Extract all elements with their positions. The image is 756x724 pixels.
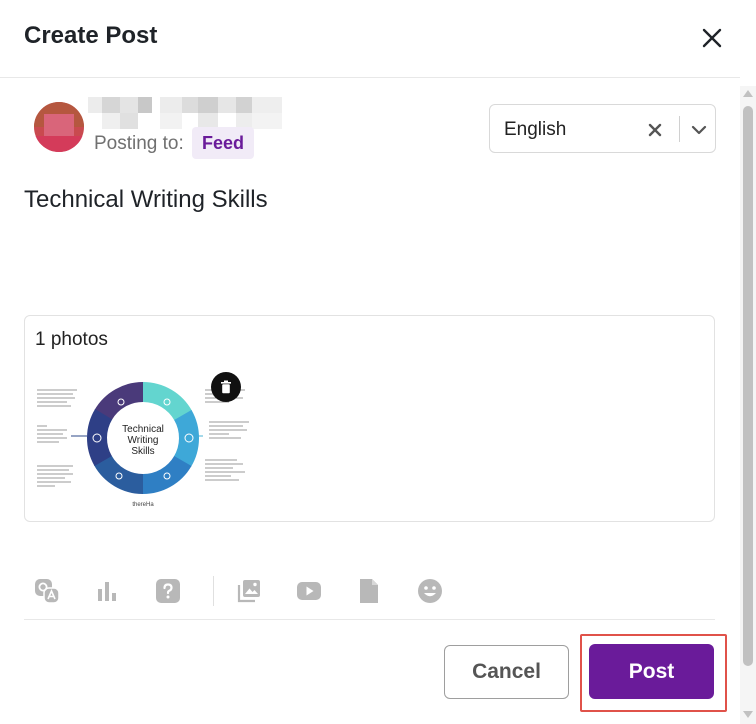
photo-attachments: 1 photos Technical Writing Skills thereH… (24, 315, 715, 522)
scroll-thumb[interactable] (743, 106, 753, 666)
photo-gallery-tool[interactable] (232, 574, 266, 608)
language-value: English (504, 119, 567, 140)
poll-tool[interactable] (90, 574, 124, 608)
scroll-up-arrow[interactable] (743, 90, 753, 97)
document-icon (360, 579, 378, 603)
video-tool[interactable] (292, 574, 326, 608)
close-icon (702, 28, 722, 48)
photos-count-label: 1 photos (35, 329, 108, 350)
post-body-text[interactable]: Technical Writing Skills (24, 186, 268, 214)
infographic-footer: thereHa (132, 502, 154, 508)
cancel-button[interactable]: Cancel (444, 645, 569, 699)
footer-divider (24, 619, 715, 620)
select-separator (679, 116, 680, 142)
trash-icon (221, 380, 231, 394)
dialog-title: Create Post (24, 22, 158, 49)
infographic-title-3: Skills (131, 446, 154, 457)
destination-badge[interactable]: Feed (192, 127, 255, 159)
photo-gallery-icon (237, 580, 260, 603)
language-select[interactable]: English (489, 104, 716, 153)
clear-language-button[interactable] (642, 117, 668, 143)
chevron-down-icon (691, 125, 707, 135)
poll-icon (98, 582, 116, 601)
dialog-header: Create Post (0, 0, 740, 78)
posting-to-label: Posting to: (94, 133, 184, 154)
post-toolbar (24, 570, 715, 610)
delete-photo-button[interactable] (211, 372, 241, 402)
question-icon (156, 579, 180, 603)
qa-tool[interactable] (30, 574, 64, 608)
infographic-title-2: Writing (128, 435, 159, 446)
language-dropdown-toggle[interactable] (686, 117, 712, 143)
document-tool[interactable] (352, 574, 386, 608)
qa-icon (35, 579, 60, 604)
post-button[interactable]: Post (589, 644, 714, 699)
toolbar-separator (213, 576, 214, 606)
close-button[interactable] (696, 22, 728, 54)
clear-icon (648, 123, 662, 137)
avatar (34, 102, 84, 152)
scroll-down-arrow[interactable] (743, 711, 753, 718)
author-name-redacted (88, 97, 283, 129)
emoji-icon (418, 579, 442, 603)
video-icon (297, 582, 321, 600)
infographic-title-1: Technical (122, 424, 164, 435)
scrollbar[interactable] (740, 86, 756, 724)
emoji-tool[interactable] (413, 574, 447, 608)
question-tool[interactable] (151, 574, 185, 608)
